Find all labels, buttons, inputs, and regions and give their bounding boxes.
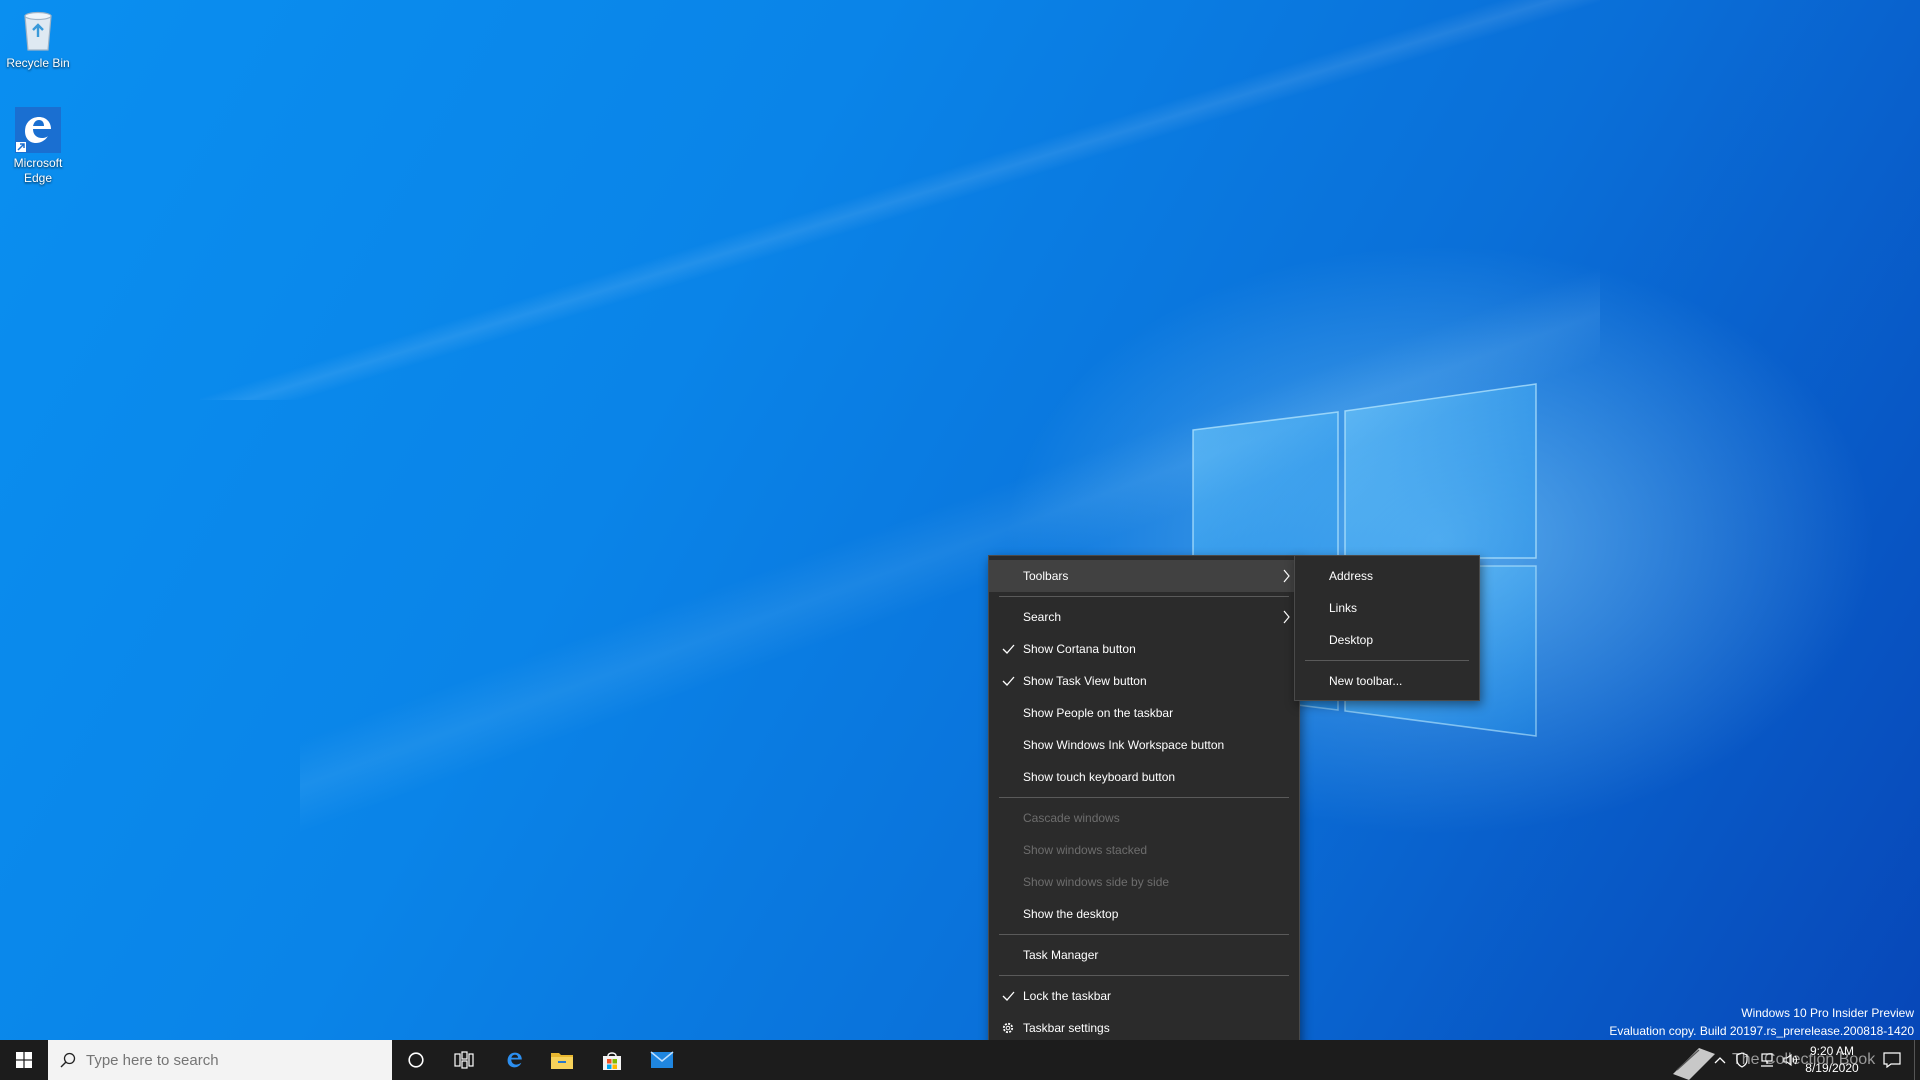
desktop-icon-recycle-bin[interactable]: Recycle Bin [0, 6, 76, 71]
menu-item-show-task-view-button[interactable]: Show Task View button [989, 665, 1299, 697]
taskbar-mail-button[interactable] [638, 1040, 686, 1080]
desktop-icon-microsoft-edge[interactable]: Microsoft Edge [0, 106, 76, 186]
menu-item-label: Show the desktop [1023, 907, 1119, 921]
checkmark-icon [1002, 676, 1015, 686]
menu-item-show-ink-workspace[interactable]: Show Windows Ink Workspace button [989, 729, 1299, 761]
store-icon [603, 1052, 621, 1070]
edge-icon [507, 1052, 522, 1068]
menu-item-label: Taskbar settings [1023, 1021, 1110, 1035]
edge-icon [15, 107, 61, 153]
menu-item-toolbars[interactable]: Toolbars [989, 560, 1299, 592]
taskbar-file-explorer-button[interactable] [538, 1040, 586, 1080]
taskbar-search-box[interactable] [48, 1040, 392, 1080]
menu-item-cascade-windows: Cascade windows [989, 802, 1299, 834]
taskbar-edge-button[interactable] [490, 1040, 538, 1080]
menu-item-label: Toolbars [1023, 569, 1069, 583]
menu-item-label: Lock the taskbar [1023, 989, 1112, 1003]
menu-separator [999, 934, 1289, 935]
mail-icon [650, 1051, 674, 1068]
toolbars-submenu: Address Links Desktop New toolbar... [1294, 555, 1480, 701]
menu-item-label: Show Cortana button [1023, 642, 1136, 656]
menu-item-label: Show windows stacked [1023, 843, 1148, 857]
build-watermark: Windows 10 Pro Insider Preview [1741, 1006, 1914, 1020]
checkmark-icon [1002, 991, 1015, 1001]
tray-security-icon[interactable] [1732, 1040, 1752, 1080]
light-beam [200, 0, 1600, 400]
menu-item-label: Task Manager [1023, 948, 1099, 962]
menu-item-label: Show Windows Ink Workspace button [1023, 738, 1225, 752]
chevron-right-icon [1283, 569, 1290, 583]
submenu-item-desktop[interactable]: Desktop [1295, 624, 1479, 656]
search-input[interactable] [86, 1051, 376, 1069]
desktop-background[interactable]: Recycle Bin Microsoft Edge Windows 10 Pr… [0, 0, 1920, 1040]
desktop-icon-label: Microsoft Edge [13, 156, 63, 185]
menu-item-show-the-desktop[interactable]: Show the desktop [989, 898, 1299, 930]
tray-show-hidden-icons[interactable] [1710, 1040, 1730, 1080]
build-watermark: Evaluation copy. Build 20197.rs_prerelea… [1609, 1024, 1914, 1038]
clock-date: 8/19/2020 [1805, 1061, 1859, 1075]
tray-network-icon[interactable] [1756, 1040, 1778, 1080]
start-button[interactable] [0, 1040, 48, 1080]
menu-separator [999, 975, 1289, 976]
task-view-icon [454, 1051, 474, 1069]
menu-item-search[interactable]: Search [989, 601, 1299, 633]
menu-item-show-cortana-button[interactable]: Show Cortana button [989, 633, 1299, 665]
clock-time: 9:20 AM [1809, 1044, 1855, 1058]
show-desktop-button[interactable] [1914, 1040, 1920, 1080]
menu-item-label: Show windows side by side [1023, 875, 1170, 889]
search-icon [60, 1052, 76, 1068]
notification-icon [1883, 1052, 1901, 1068]
watermark-line-2: Evaluation copy. Build 20197.rs_prerelea… [1609, 1024, 1914, 1038]
menu-item-label: Address [1329, 569, 1374, 583]
taskbar-store-button[interactable] [588, 1040, 636, 1080]
menu-separator [999, 596, 1289, 597]
desktop-icon-label: Recycle Bin [6, 56, 70, 70]
checkmark-icon [1002, 644, 1015, 654]
chevron-right-icon [1283, 610, 1290, 624]
menu-item-label: Show touch keyboard button [1023, 770, 1176, 784]
menu-separator [1305, 660, 1469, 661]
cortana-icon [408, 1052, 424, 1068]
network-icon [1761, 1053, 1773, 1067]
submenu-item-links[interactable]: Links [1295, 592, 1479, 624]
menu-item-label: Desktop [1329, 633, 1374, 647]
task-view-button[interactable] [440, 1040, 488, 1080]
menu-item-label: Cascade windows [1023, 811, 1120, 825]
menu-item-show-windows-side-by-side: Show windows side by side [989, 866, 1299, 898]
recycle-bin-icon [24, 11, 52, 51]
menu-item-show-people[interactable]: Show People on the taskbar [989, 697, 1299, 729]
menu-item-label: New toolbar... [1329, 674, 1403, 688]
menu-item-show-windows-stacked: Show windows stacked [989, 834, 1299, 866]
windows-start-icon [16, 1052, 32, 1068]
taskbar-context-menu: Toolbars Search Show Cortana button Show… [988, 555, 1300, 1048]
submenu-item-new-toolbar[interactable]: New toolbar... [1295, 665, 1479, 697]
chevron-up-icon [1714, 1057, 1726, 1064]
taskbar-clock[interactable]: 9:20 AM 8/19/2020 [1796, 1043, 1868, 1077]
menu-item-lock-the-taskbar[interactable]: Lock the taskbar [989, 980, 1299, 1012]
action-center-button[interactable] [1874, 1040, 1910, 1080]
menu-item-label: Show People on the taskbar [1023, 706, 1174, 720]
menu-item-task-manager[interactable]: Task Manager [989, 939, 1299, 971]
menu-item-label: Show Task View button [1023, 674, 1147, 688]
taskbar[interactable]: The Collection Book 9:20 AM 8/19/2020 [0, 1040, 1920, 1080]
shield-icon [1736, 1052, 1748, 1068]
menu-item-show-touch-keyboard[interactable]: Show touch keyboard button [989, 761, 1299, 793]
menu-item-label: Links [1329, 601, 1358, 615]
cortana-button[interactable] [392, 1040, 440, 1080]
submenu-item-address[interactable]: Address [1295, 560, 1479, 592]
watermark-line-1: Windows 10 Pro Insider Preview [1741, 1006, 1914, 1020]
file-explorer-icon [551, 1053, 573, 1069]
menu-item-label: Search [1023, 610, 1062, 624]
menu-separator [999, 797, 1289, 798]
